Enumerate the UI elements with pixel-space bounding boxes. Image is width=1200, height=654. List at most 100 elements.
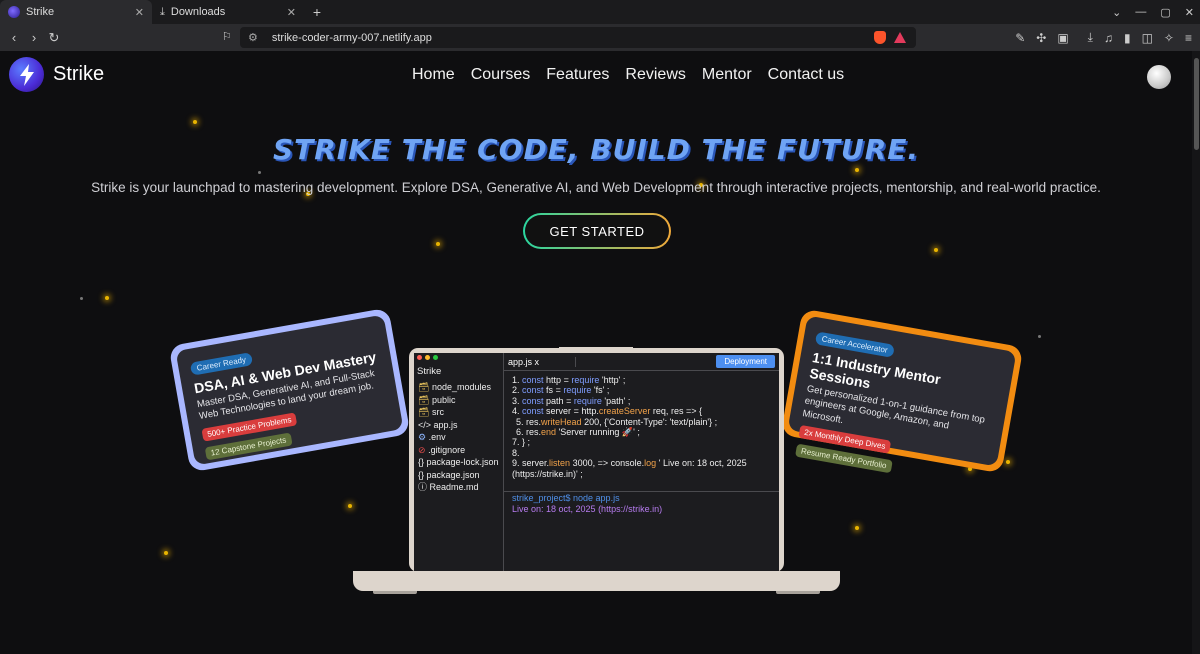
address-bar[interactable]: ⚙ strike-coder-army-007.netlify.app: [240, 27, 916, 48]
scrollbar-thumb[interactable]: [1194, 58, 1199, 150]
code-line: 5. res.writeHead 200, {'Content-Type': '…: [512, 417, 771, 427]
star-decoration: [934, 248, 938, 252]
code-line: 2. const fs = require 'fs' ;: [512, 385, 771, 395]
site-info-icon[interactable]: ⚙: [248, 31, 258, 44]
laptop-notch: [559, 347, 633, 353]
pen-icon[interactable]: ✎: [1015, 31, 1025, 45]
hero-title: STRIKE THE CODE, BUILD THE FUTURE.: [272, 133, 920, 166]
star-decoration: [164, 551, 168, 555]
close-window-button[interactable]: ✕: [1185, 6, 1194, 19]
file-item: 🗃 public: [418, 394, 456, 405]
back-button[interactable]: ‹: [4, 30, 24, 45]
ide-mockup: Strike 🗃 node_modules 🗃 public 🗃 src </>…: [414, 353, 779, 572]
code-text: } ;: [522, 437, 531, 448]
nav-contact[interactable]: Contact us: [768, 66, 844, 84]
info-icon: ⓘ: [418, 482, 428, 492]
folder-icon: 🗃: [418, 382, 430, 392]
folder-icon: 🗃: [418, 394, 430, 405]
gear-icon: ⚙: [418, 432, 427, 442]
toolbar-icons: ✎ ✣ ▣ ⤓ ♫ ▮ ◫ ✧ ≡: [1015, 24, 1192, 51]
line-number: 7.: [512, 437, 523, 448]
forward-button[interactable]: ›: [24, 30, 44, 45]
code-text: const http = require 'http' ;: [522, 375, 626, 385]
star-decoration: [80, 297, 83, 300]
star-decoration: [436, 242, 440, 246]
file-item: 🗃 src: [418, 407, 444, 417]
tab-downloads[interactable]: ⤓ Downloads ✕: [152, 0, 304, 24]
deployment-button: Deployment: [716, 355, 775, 368]
browser-toolbar: ‹ › ↻ ⚐ ⚙ strike-coder-army-007.netlify.…: [0, 24, 1200, 51]
theme-toggle-moon-icon[interactable]: [1147, 65, 1171, 89]
maximize-button[interactable]: ▢: [1160, 6, 1170, 19]
get-started-button[interactable]: GET STARTED: [523, 213, 671, 249]
file-item: 🗃 node_modules: [418, 382, 491, 392]
window-controls: ⌄ — ▢ ✕: [1112, 0, 1194, 24]
window-dots: [414, 353, 503, 362]
line-number: 4.: [512, 406, 523, 417]
tab-strike[interactable]: Strike ✕: [0, 0, 152, 24]
nav-courses[interactable]: Courses: [471, 66, 531, 84]
prohibited-icon: ⊘: [418, 444, 426, 455]
star-decoration: [1038, 335, 1041, 338]
file-item: ⓘ Readme.md: [418, 482, 479, 492]
file-item: {} package.json: [418, 469, 480, 480]
nav-home[interactable]: Home: [412, 66, 455, 84]
hero-subtitle: Strike is your launchpad to mastering de…: [91, 180, 1101, 195]
code-text: const path = require 'path' ;: [522, 395, 631, 406]
close-icon[interactable]: ✕: [287, 6, 296, 19]
minimize-button[interactable]: —: [1135, 6, 1146, 18]
nav-mentor[interactable]: Mentor: [702, 66, 752, 84]
tab-title: Downloads: [170, 6, 226, 18]
ide-editor: app.js x Deployment 1. const http = requ…: [504, 353, 779, 572]
main-nav: Home Courses Features Reviews Mentor Con…: [412, 66, 844, 84]
menu-icon[interactable]: ≡: [1185, 31, 1192, 45]
star-decoration: [348, 504, 352, 508]
browser-tab-bar: Strike ✕ ⤓ Downloads ✕ + ⌄ — ▢ ✕: [0, 0, 1200, 24]
file-item: ⚙ .env: [418, 432, 446, 442]
lightning-bolt-icon: [9, 57, 44, 92]
laptop-illustration: Strike 🗃 node_modules 🗃 public 🗃 src </>…: [409, 347, 784, 572]
line-number: 2.: [512, 385, 523, 396]
nav-features[interactable]: Features: [546, 66, 609, 84]
brave-rewards-icon[interactable]: [894, 32, 906, 43]
music-icon[interactable]: ♫: [1104, 31, 1113, 45]
code-text: res.writeHead 200, {'Content-Type': 'tex…: [526, 416, 718, 427]
downloads-icon[interactable]: ⤓: [1088, 30, 1093, 45]
reload-button[interactable]: ↻: [44, 30, 64, 46]
editor-tab-bar: app.js x Deployment: [504, 353, 779, 371]
extensions-icon[interactable]: ✣: [1036, 31, 1046, 45]
strike-favicon-icon: [8, 6, 20, 18]
url-text: strike-coder-army-007.netlify.app: [271, 31, 432, 44]
line-number: 6.: [516, 427, 527, 438]
brand-name: Strike: [53, 63, 105, 85]
feature-card-dsa[interactable]: Career Ready DSA, AI & Web Dev Mastery M…: [168, 307, 411, 473]
brave-shield-icon[interactable]: [874, 31, 886, 44]
bookmark-icon[interactable]: ⚐: [222, 30, 232, 43]
file-item: </> app.js: [418, 419, 458, 430]
editor-tab: app.js x: [508, 356, 577, 367]
feature-card-mentor[interactable]: Career Accelerator 1:1 Industry Mentor S…: [780, 308, 1024, 474]
file-item: ⊘ .gitignore: [418, 444, 466, 455]
nav-reviews[interactable]: Reviews: [625, 66, 685, 84]
code-text: const server = http.createServer req, re…: [522, 406, 703, 417]
star-decoration: [1006, 460, 1010, 464]
close-icon[interactable]: ✕: [135, 6, 144, 19]
site-logo[interactable]: Strike: [9, 57, 104, 92]
wallet-icon[interactable]: ◫: [1142, 31, 1153, 45]
sidebar-icon[interactable]: ▮: [1124, 31, 1131, 45]
download-icon: ⤓: [160, 5, 165, 18]
chevron-down-icon[interactable]: ⌄: [1112, 6, 1121, 19]
star-decoration: [855, 526, 859, 530]
new-tab-button[interactable]: +: [304, 0, 330, 24]
ide-project-name: Strike: [417, 366, 442, 377]
code-line: 8.: [512, 448, 771, 458]
page-viewport: Strike Home Courses Features Reviews Men…: [0, 51, 1192, 654]
line-number: 1.: [512, 375, 523, 385]
star-decoration: [855, 168, 859, 172]
code-block: 1. const http = require 'http' ; 2. const…: [504, 371, 779, 492]
leo-ai-icon[interactable]: ✧: [1164, 31, 1174, 45]
code-line: 9. server.listen 3000, => console.log ' …: [512, 458, 771, 479]
screenshot-icon[interactable]: ▣: [1057, 31, 1068, 45]
code-line: 1. const http = require 'http' ;: [512, 375, 771, 385]
line-number: 3.: [512, 395, 523, 406]
